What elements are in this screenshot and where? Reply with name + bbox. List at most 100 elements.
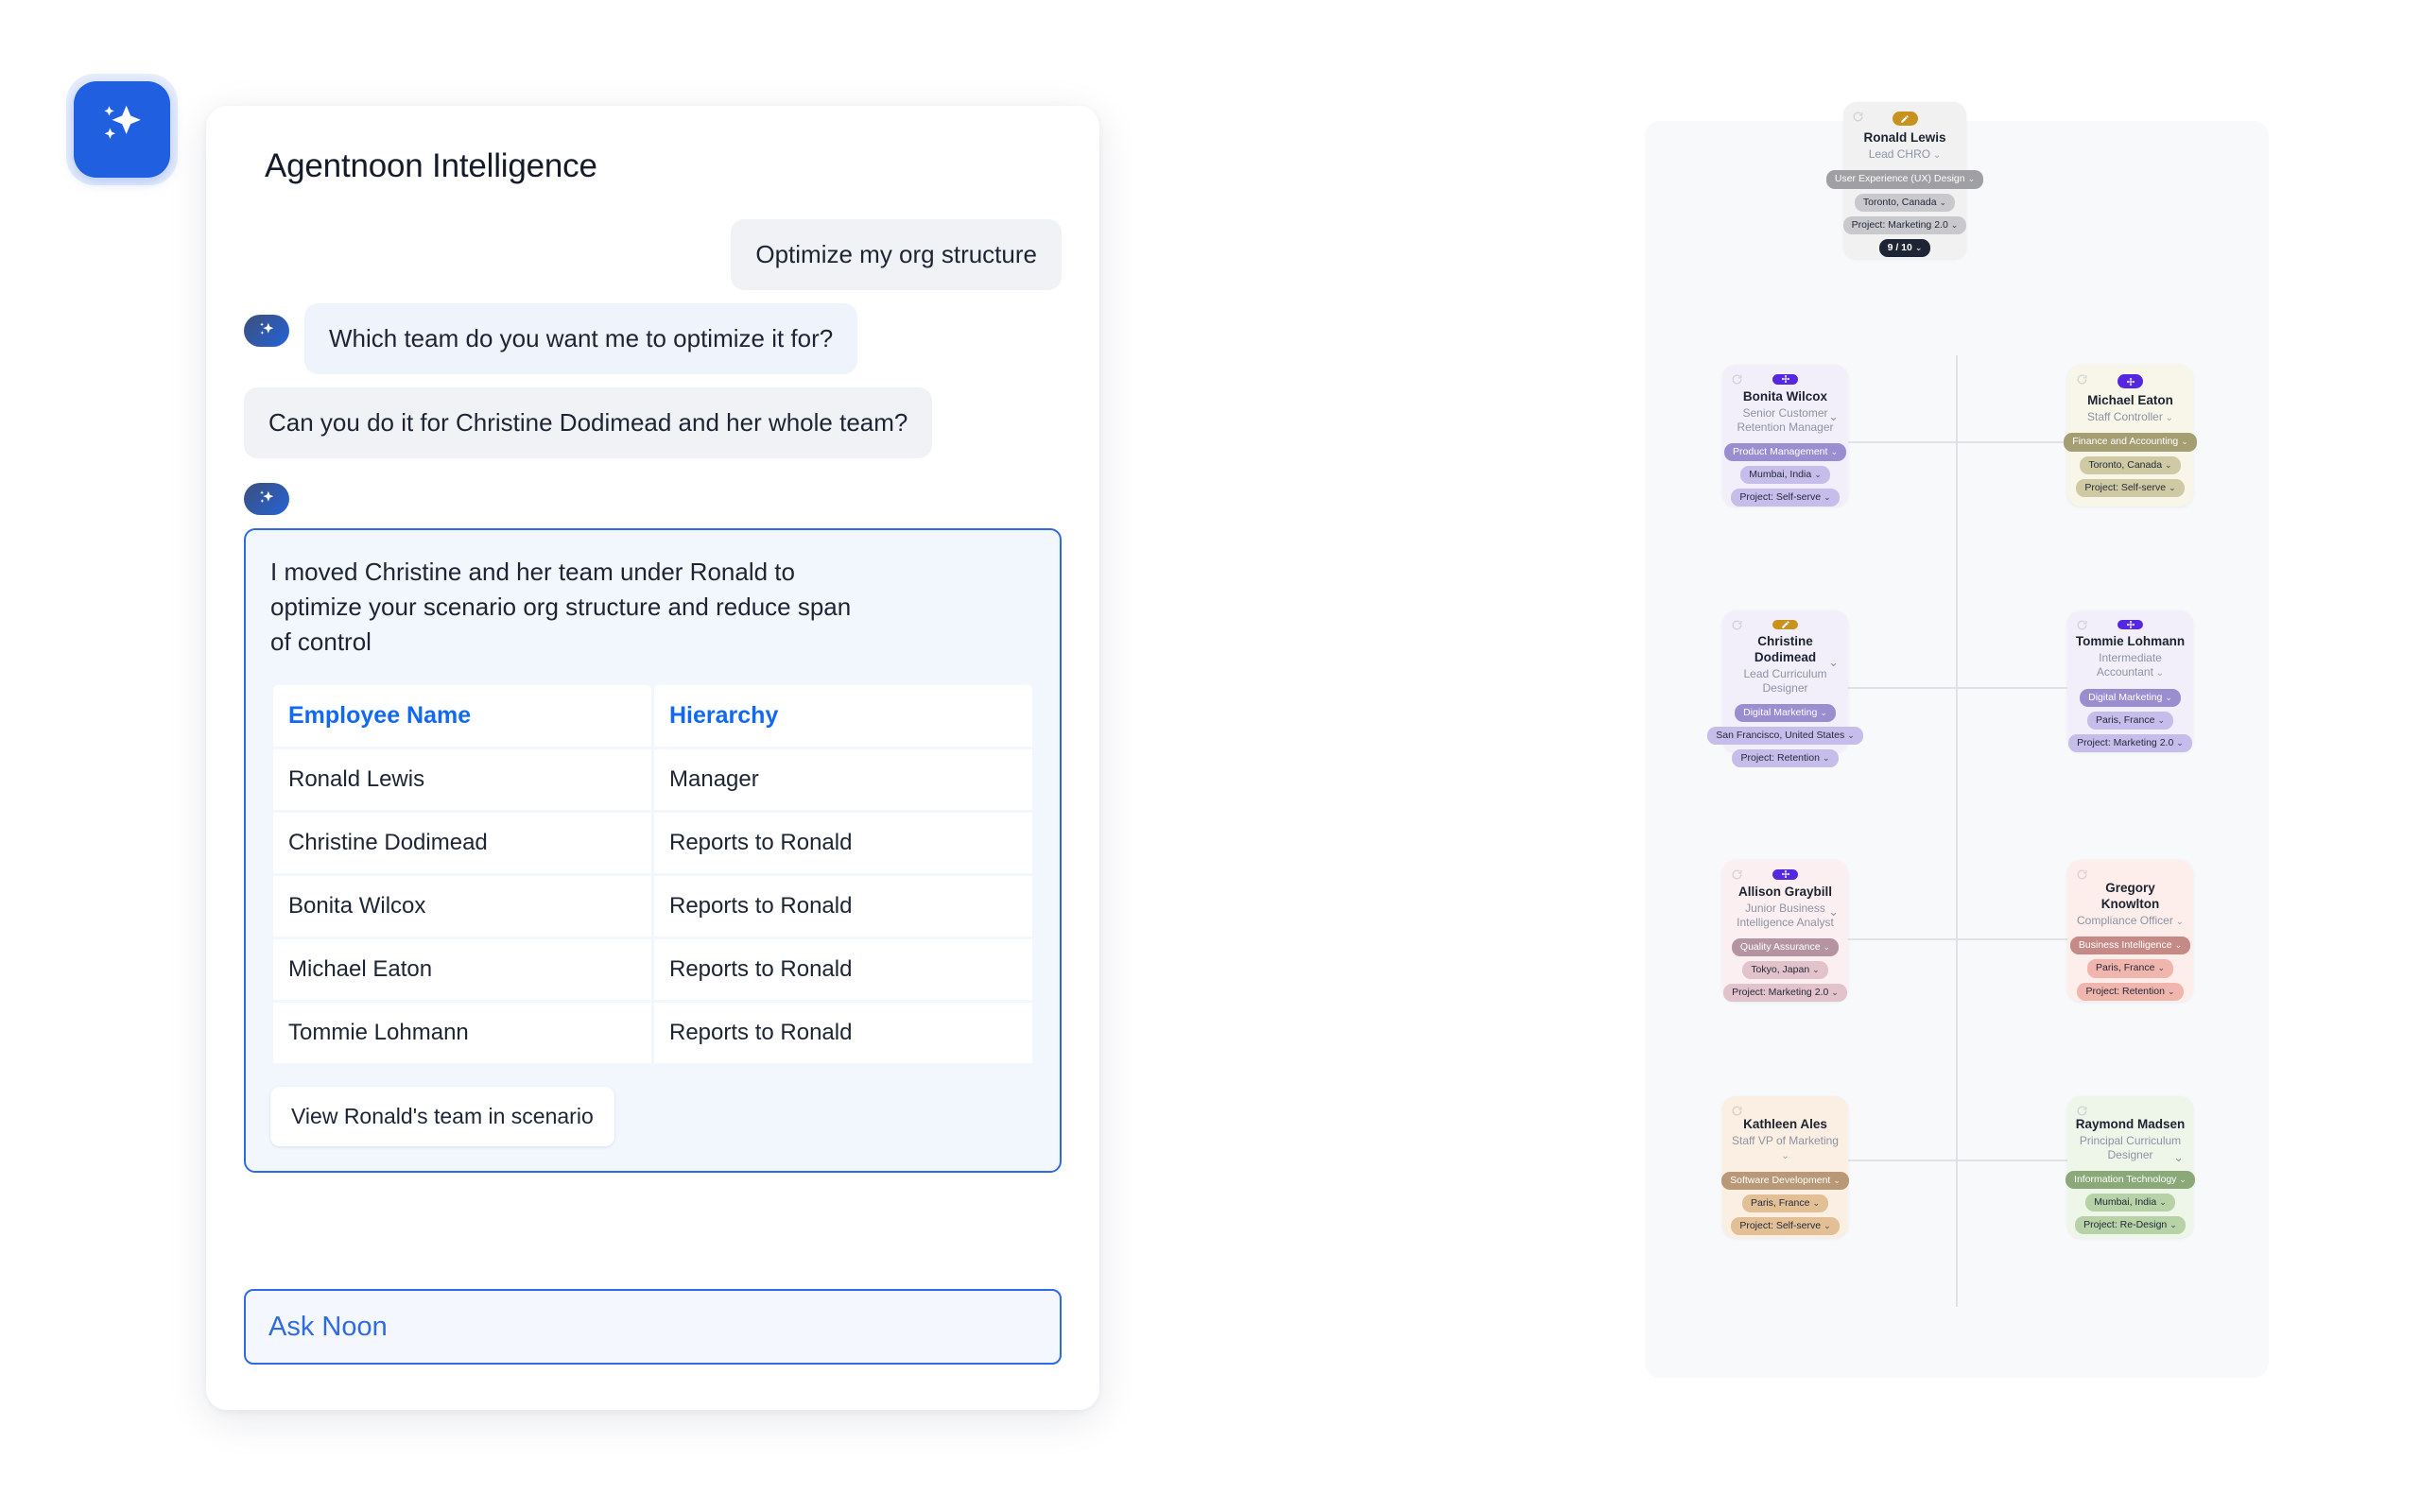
org-node-kathleen-ales[interactable]: Kathleen Ales Staff VP of Marketing ⌄ So… — [1721, 1096, 1849, 1238]
move-badge-icon[interactable] — [1772, 869, 1798, 880]
cell-employee-name: Bonita Wilcox — [273, 876, 651, 936]
node-chips: Information Technology ⌄ Mumbai, India ⌄ P… — [2066, 1170, 2195, 1235]
chip-department[interactable]: Business Intelligence ⌄ — [2069, 936, 2191, 955]
edit-badge-icon[interactable] — [1772, 620, 1798, 629]
chip-department[interactable]: Product Management ⌄ — [1724, 442, 1846, 461]
node-chips: Digital Marketing ⌄ San Francisco, United… — [1707, 703, 1863, 768]
table-row: Christine Dodimead Reports to Ronald — [273, 813, 1032, 873]
move-badge-icon[interactable] — [2118, 620, 2143, 630]
chevron-down-icon[interactable]: ⌄ — [1828, 905, 1839, 918]
cell-hierarchy: Reports to Ronald — [654, 813, 1032, 873]
chip-project[interactable]: Project: Marketing 2.0 ⌄ — [1842, 215, 1967, 234]
node-name: Raymond Madsen — [2075, 1117, 2186, 1131]
reload-icon — [1732, 374, 1742, 385]
chip-location[interactable]: Paris, France ⌄ — [1742, 1194, 1828, 1213]
node-name: Bonita Wilcox — [1742, 388, 1828, 404]
cell-hierarchy: Reports to Ronald — [654, 939, 1032, 1000]
org-node-christine-dodimead[interactable]: Christine Dodimead Lead Curriculum Desig… — [1707, 610, 1863, 768]
cell-hierarchy: Reports to Ronald — [654, 1003, 1032, 1063]
chip-project[interactable]: Project: Marketing 2.0 ⌄ — [1723, 983, 1847, 1002]
org-node-gregory-knowlton[interactable]: Gregory Knowlton Compliance Officer ⌄ Bu… — [2067, 860, 2193, 1002]
column-header-employee-name: Employee Name — [273, 685, 651, 747]
chip-department[interactable]: Information Technology ⌄ — [2066, 1170, 2195, 1189]
node-name: Kathleen Ales — [1743, 1117, 1827, 1131]
move-badge-icon[interactable] — [2118, 374, 2143, 388]
node-name: Gregory Knowlton — [2100, 881, 2160, 911]
chevron-down-icon[interactable]: ⌄ — [2153, 668, 2164, 679]
hierarchy-table: Employee Name Hierarchy Ronald Lewis Man… — [270, 682, 1035, 1066]
org-node-raymond-madsen[interactable]: Raymond Madsen Principal Curriculum Desi… — [2066, 1096, 2195, 1238]
table-row: Michael Eaton Reports to Ronald — [273, 939, 1032, 1000]
chip-location[interactable]: Paris, France ⌄ — [2087, 711, 2173, 730]
chip-project[interactable]: Project: Re-Design ⌄ — [2075, 1216, 2186, 1235]
ask-noon-input[interactable] — [244, 1289, 1062, 1365]
chip-project[interactable]: Project: Marketing 2.0 ⌄ — [2068, 733, 2192, 752]
message-row-assistant-1: Which team do you want me to optimize it… — [244, 303, 1062, 375]
chip-location[interactable]: Toronto, Canada ⌄ — [2080, 455, 2181, 474]
chip-department[interactable]: Digital Marketing ⌄ — [2080, 688, 2181, 707]
agentnoon-launcher-button[interactable] — [74, 81, 170, 178]
chevron-down-icon[interactable]: ⌄ — [1781, 1151, 1789, 1161]
view-team-in-scenario-button[interactable]: View Ronald's team in scenario — [270, 1087, 614, 1146]
node-title: Senior Customer Retention Manager — [1737, 405, 1834, 434]
node-name: Christine Dodimead — [1754, 634, 1817, 664]
org-node-tommie-lohmann[interactable]: Tommie Lohmann Intermediate Accountant ⌄… — [2067, 610, 2193, 752]
assistant-message: Which team do you want me to optimize it… — [304, 303, 858, 375]
chip-department[interactable]: Finance and Accounting ⌄ — [2064, 433, 2197, 452]
chip-location[interactable]: Toronto, Canada ⌄ — [1854, 193, 1956, 212]
chip-location[interactable]: Paris, France ⌄ — [2087, 959, 2173, 978]
chip-project[interactable]: Project: Self-serve ⌄ — [1731, 1217, 1840, 1236]
chevron-down-icon[interactable]: ⌄ — [1828, 410, 1839, 422]
chip-department[interactable]: User Experience (UX) Design ⌄ — [1825, 170, 1984, 189]
node-chips: Business Intelligence ⌄ Paris, France ⌄ Pr… — [2069, 936, 2191, 1001]
chevron-down-icon[interactable]: ⌄ — [1828, 656, 1839, 668]
chip-project[interactable]: Project: Self-serve ⌄ — [2076, 478, 2185, 497]
user-message: Can you do it for Christine Dodimead and… — [244, 387, 933, 459]
chip-location[interactable]: Mumbai, India ⌄ — [2085, 1194, 2175, 1212]
chip-department[interactable]: Digital Marketing ⌄ — [1735, 703, 1836, 722]
node-name: Ronald Lewis — [1863, 130, 1946, 145]
reload-icon — [1853, 112, 1863, 122]
chip-headcount[interactable]: 9 / 10 ⌄ — [1878, 238, 1931, 257]
move-icon — [2126, 621, 2135, 629]
chip-department[interactable]: Software Development ⌄ — [1721, 1171, 1849, 1190]
table-row: Bonita Wilcox Reports to Ronald — [273, 876, 1032, 936]
page-title: Agentnoon Intelligence — [265, 147, 597, 184]
chevron-down-icon[interactable]: ⌄ — [2173, 917, 2184, 927]
reload-icon — [2077, 1106, 2087, 1116]
move-badge-icon[interactable] — [1772, 374, 1798, 385]
node-chips: User Experience (UX) Design ⌄ Toronto, Ca… — [1825, 170, 1984, 257]
node-chips: Quality Assurance ⌄ Tokyo, Japan ⌄ Project… — [1723, 937, 1847, 1002]
chip-location[interactable]: Mumbai, India ⌄ — [1740, 465, 1830, 484]
user-message: Optimize my org structure — [731, 219, 1062, 291]
chip-location[interactable]: San Francisco, United States ⌄ — [1707, 726, 1863, 745]
reload-icon — [1732, 869, 1742, 880]
org-node-michael-eaton[interactable]: Michael Eaton Staff Controller ⌄ Finance… — [2064, 365, 2197, 507]
org-node-bonita-wilcox[interactable]: Bonita Wilcox Senior Customer Retention … — [1722, 365, 1848, 507]
org-node-ronald-lewis[interactable]: Ronald Lewis Lead CHRO ⌄ User Experience… — [1825, 102, 1984, 259]
chevron-down-icon[interactable]: ⌄ — [1930, 150, 1941, 161]
chevron-down-icon[interactable]: ⌄ — [2173, 1151, 2184, 1163]
chat-panel: Agentnoon Intelligence Optimize my org s… — [206, 106, 1099, 1410]
org-node-allison-graybill[interactable]: Allison Graybill Junior Business Intelli… — [1722, 860, 1848, 1002]
chip-department[interactable]: Quality Assurance ⌄ — [1731, 937, 1840, 956]
chevron-down-icon[interactable]: ⌄ — [2163, 413, 2173, 423]
chip-location[interactable]: Tokyo, Japan ⌄ — [1742, 960, 1828, 979]
node-title: Staff VP of Marketing ⌄ — [1732, 1133, 1839, 1162]
chip-project[interactable]: Project: Self-serve ⌄ — [1731, 488, 1840, 507]
chip-project[interactable]: Project: Retention ⌄ — [2077, 982, 2184, 1001]
node-chips: Digital Marketing ⌄ Paris, France ⌄ Projec… — [2068, 688, 2192, 752]
chip-project[interactable]: Project: Retention ⌄ — [1732, 749, 1839, 768]
cell-employee-name: Ronald Lewis — [273, 749, 651, 810]
reload-icon — [1732, 620, 1742, 630]
message-row-user-2: Can you do it for Christine Dodimead and… — [244, 387, 1062, 459]
cell-employee-name: Christine Dodimead — [273, 813, 651, 873]
node-title: Junior Business Intelligence Analyst — [1737, 901, 1834, 929]
node-title: Staff Controller ⌄ — [2087, 409, 2173, 423]
node-title: Principal Curriculum Designer — [2079, 1133, 2182, 1161]
move-icon — [1781, 375, 1789, 384]
move-icon — [1781, 870, 1789, 879]
edit-badge-icon[interactable] — [1892, 112, 1918, 126]
node-title: Compliance Officer ⌄ — [2077, 913, 2184, 927]
reload-icon — [2077, 869, 2087, 880]
